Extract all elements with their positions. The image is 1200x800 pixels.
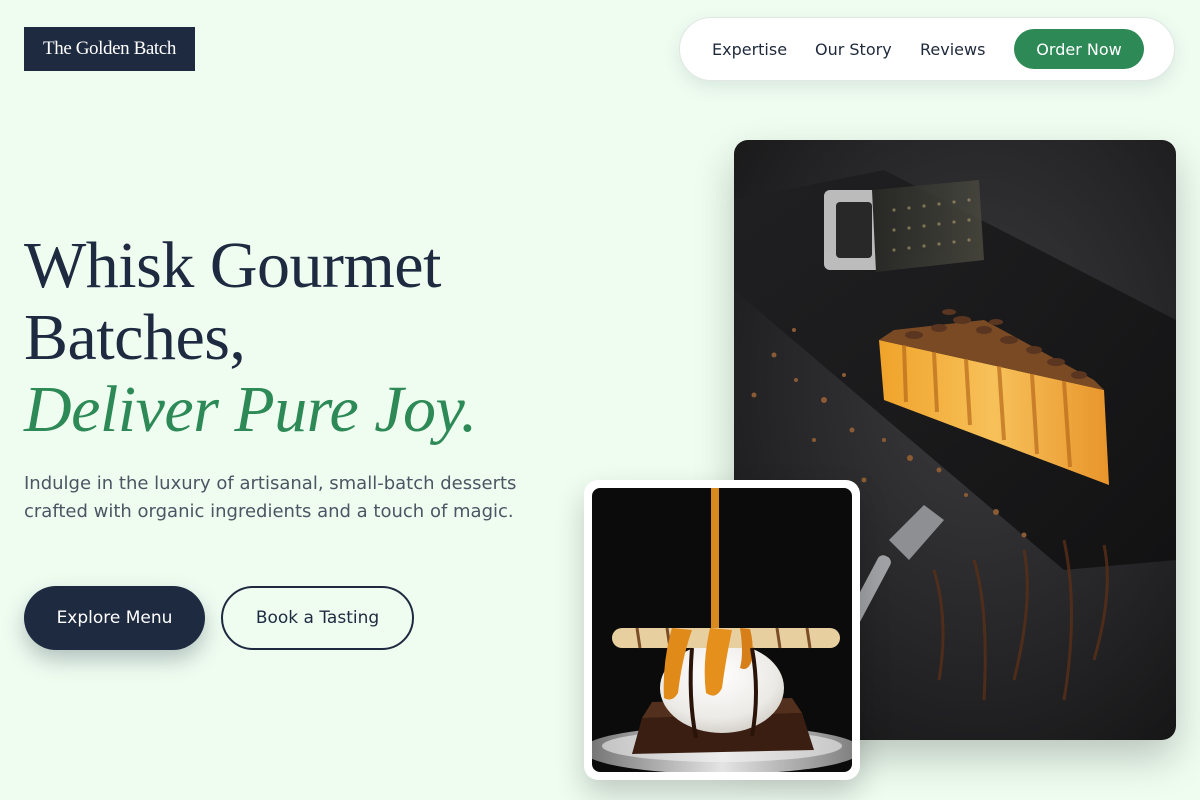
order-now-button[interactable]: Order Now [1014,29,1144,69]
hero-headline: Whisk Gourmet Batches, Deliver Pure Joy. [24,230,477,446]
headline-line-1: Whisk Gourmet [24,229,441,302]
nav-link-our-story[interactable]: Our Story [815,18,892,80]
explore-menu-button[interactable]: Explore Menu [24,586,205,650]
nav-link-reviews[interactable]: Reviews [920,18,985,80]
top-navigation: Expertise Our Story Reviews Order Now [679,17,1175,81]
headline-accent: Deliver Pure Joy. [24,373,477,446]
inset-photo-frame [584,480,860,780]
headline-line-2: Batches, [24,301,246,374]
ice-cream-photo [592,488,852,772]
ice-cream-illustration [592,488,852,772]
book-tasting-button[interactable]: Book a Tasting [221,586,414,650]
nav-link-expertise[interactable]: Expertise [712,18,787,80]
brand-logo[interactable]: The Golden Batch [24,27,195,71]
hero-subtitle: Indulge in the luxury of artisanal, smal… [24,473,517,522]
